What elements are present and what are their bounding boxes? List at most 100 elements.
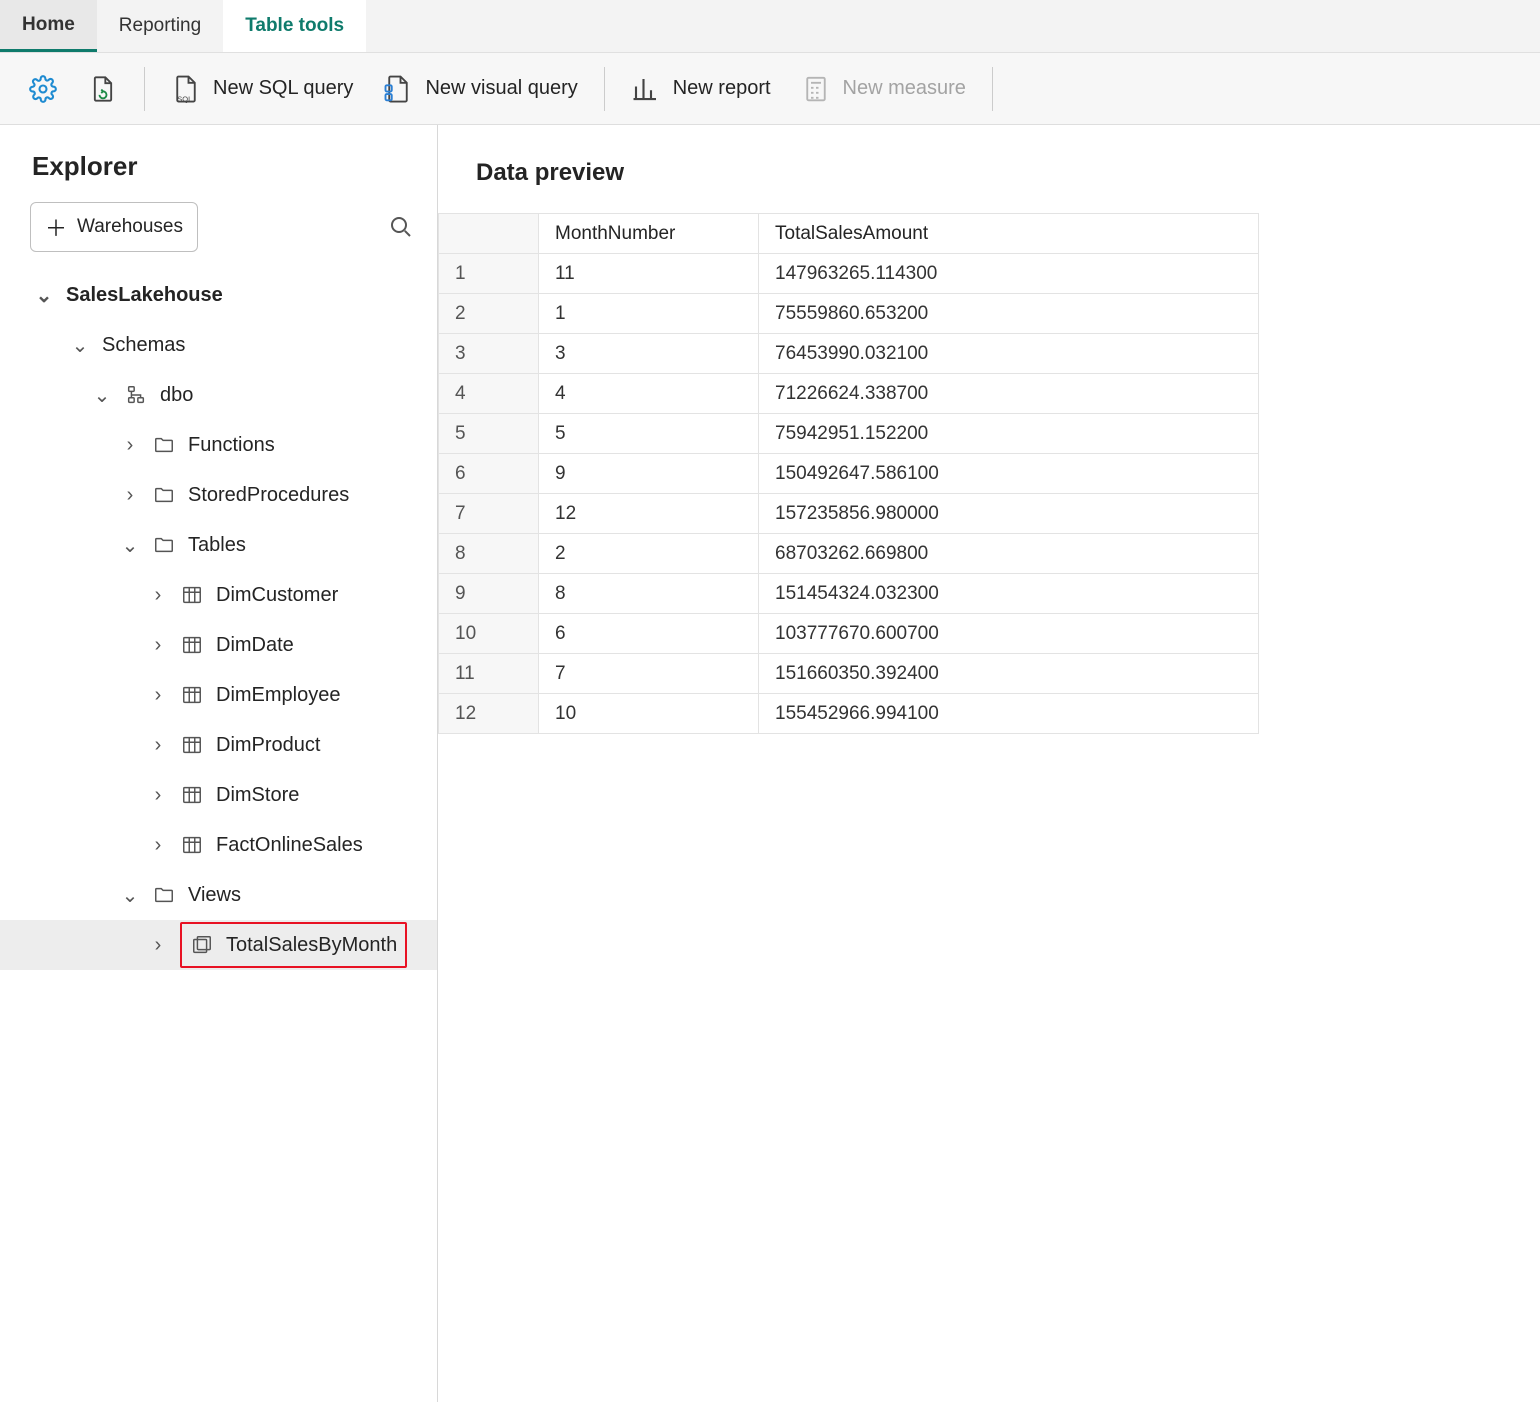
cell-monthnumber: 11	[539, 254, 759, 294]
row-number-cell: 6	[439, 454, 539, 494]
tree-label: FactOnlineSales	[216, 834, 363, 857]
tree-node-table[interactable]: › DimProduct	[0, 720, 437, 770]
new-report-label: New report	[673, 77, 771, 100]
cell-totalsalesamount: 155452966.994100	[759, 694, 1259, 734]
row-number-cell: 10	[439, 614, 539, 654]
new-measure-button: New measure	[791, 68, 976, 110]
table-row[interactable]: 2175559860.653200	[439, 294, 1259, 334]
cell-monthnumber: 8	[539, 574, 759, 614]
data-preview-panel: Data preview MonthNumber TotalSalesAmoun…	[438, 125, 1540, 1402]
tree-node-table[interactable]: › DimEmployee	[0, 670, 437, 720]
cell-totalsalesamount: 147963265.114300	[759, 254, 1259, 294]
settings-button[interactable]	[18, 68, 68, 110]
chevron-right-icon: ›	[148, 734, 168, 757]
search-icon[interactable]	[389, 215, 413, 239]
column-header-monthnumber[interactable]: MonthNumber	[539, 214, 759, 254]
tree-node-dbo[interactable]: ⌄ dbo	[0, 370, 437, 420]
tree-node-tables[interactable]: ⌄ Tables	[0, 520, 437, 570]
new-measure-label: New measure	[843, 77, 966, 100]
new-report-button[interactable]: New report	[621, 68, 781, 110]
plus-icon: ＋	[45, 211, 67, 243]
table-row[interactable]: 106103777670.600700	[439, 614, 1259, 654]
tree-node-views[interactable]: ⌄ Views	[0, 870, 437, 920]
cell-totalsalesamount: 150492647.586100	[759, 454, 1259, 494]
row-number-cell: 8	[439, 534, 539, 574]
cell-monthnumber: 10	[539, 694, 759, 734]
table-row[interactable]: 5575942951.152200	[439, 414, 1259, 454]
warehouses-button[interactable]: ＋ Warehouses	[30, 202, 198, 252]
table-row[interactable]: 69150492647.586100	[439, 454, 1259, 494]
tree-node-schemas[interactable]: ⌄ Schemas	[0, 320, 437, 370]
cell-monthnumber: 7	[539, 654, 759, 694]
visual-query-icon	[383, 74, 413, 104]
ribbon-separator	[992, 67, 993, 111]
table-row[interactable]: 8268703262.669800	[439, 534, 1259, 574]
chevron-right-icon: ›	[120, 434, 140, 457]
tab-table-tools[interactable]: Table tools	[223, 0, 366, 52]
tree-label: DimProduct	[216, 734, 320, 757]
view-icon	[190, 934, 214, 956]
cell-totalsalesamount: 76453990.032100	[759, 334, 1259, 374]
table-row[interactable]: 111147963265.114300	[439, 254, 1259, 294]
tree-label: dbo	[160, 384, 193, 407]
schema-icon	[124, 384, 148, 406]
chevron-right-icon: ›	[148, 834, 168, 857]
chevron-right-icon: ›	[148, 584, 168, 607]
tree-node-functions[interactable]: › Functions	[0, 420, 437, 470]
new-sql-query-label: New SQL query	[213, 77, 353, 100]
tree-node-lakehouse[interactable]: ⌄ SalesLakehouse	[0, 270, 437, 320]
new-visual-query-label: New visual query	[425, 77, 577, 100]
cell-totalsalesamount: 71226624.338700	[759, 374, 1259, 414]
table-row[interactable]: 1210155452966.994100	[439, 694, 1259, 734]
chevron-right-icon: ›	[120, 484, 140, 507]
chevron-down-icon: ⌄	[92, 383, 112, 408]
row-number-cell: 1	[439, 254, 539, 294]
row-number-cell: 9	[439, 574, 539, 614]
sql-page-icon: SQL	[171, 74, 201, 104]
row-number-cell: 5	[439, 414, 539, 454]
table-row[interactable]: 98151454324.032300	[439, 574, 1259, 614]
preview-table: MonthNumber TotalSalesAmount 11114796326…	[438, 213, 1259, 734]
cell-totalsalesamount: 103777670.600700	[759, 614, 1259, 654]
row-number-cell: 2	[439, 294, 539, 334]
cell-totalsalesamount: 151660350.392400	[759, 654, 1259, 694]
new-sql-query-button[interactable]: SQL New SQL query	[161, 68, 363, 110]
cell-monthnumber: 4	[539, 374, 759, 414]
table-icon	[180, 834, 204, 856]
table-row[interactable]: 4471226624.338700	[439, 374, 1259, 414]
tree-label: Tables	[188, 534, 246, 557]
tab-home[interactable]: Home	[0, 0, 97, 52]
table-row[interactable]: 117151660350.392400	[439, 654, 1259, 694]
tree-node-table[interactable]: › FactOnlineSales	[0, 820, 437, 870]
tree-label: TotalSalesByMonth	[226, 934, 397, 957]
tab-reporting[interactable]: Reporting	[97, 0, 223, 52]
table-icon	[180, 734, 204, 756]
refresh-button[interactable]	[78, 68, 128, 110]
folder-icon	[152, 884, 176, 906]
row-number-cell: 4	[439, 374, 539, 414]
cell-totalsalesamount: 157235856.980000	[759, 494, 1259, 534]
tree-node-table[interactable]: › DimDate	[0, 620, 437, 670]
chevron-right-icon: ›	[148, 784, 168, 807]
table-row[interactable]: 3376453990.032100	[439, 334, 1259, 374]
explorer-title: Explorer	[0, 141, 437, 202]
tree-node-view-totalsalesbymonth[interactable]: › TotalSalesByMonth	[0, 920, 437, 970]
folder-icon	[152, 534, 176, 556]
tree-node-table[interactable]: › DimCustomer	[0, 570, 437, 620]
cell-totalsalesamount: 75559860.653200	[759, 294, 1259, 334]
row-number-header	[439, 214, 539, 254]
explorer-panel: Explorer ＋ Warehouses ⌄ SalesLakehouse ⌄…	[0, 125, 438, 1402]
tree-node-table[interactable]: › DimStore	[0, 770, 437, 820]
cell-totalsalesamount: 75942951.152200	[759, 414, 1259, 454]
table-row[interactable]: 712157235856.980000	[439, 494, 1259, 534]
chart-icon	[631, 74, 661, 104]
tree-label: DimStore	[216, 784, 299, 807]
column-header-totalsalesamount[interactable]: TotalSalesAmount	[759, 214, 1259, 254]
new-visual-query-button[interactable]: New visual query	[373, 68, 587, 110]
table-icon	[180, 784, 204, 806]
cell-totalsalesamount: 68703262.669800	[759, 534, 1259, 574]
selected-highlight: TotalSalesByMonth	[180, 922, 407, 968]
folder-icon	[152, 434, 176, 456]
svg-text:SQL: SQL	[177, 94, 192, 103]
tree-node-storedprocs[interactable]: › StoredProcedures	[0, 470, 437, 520]
